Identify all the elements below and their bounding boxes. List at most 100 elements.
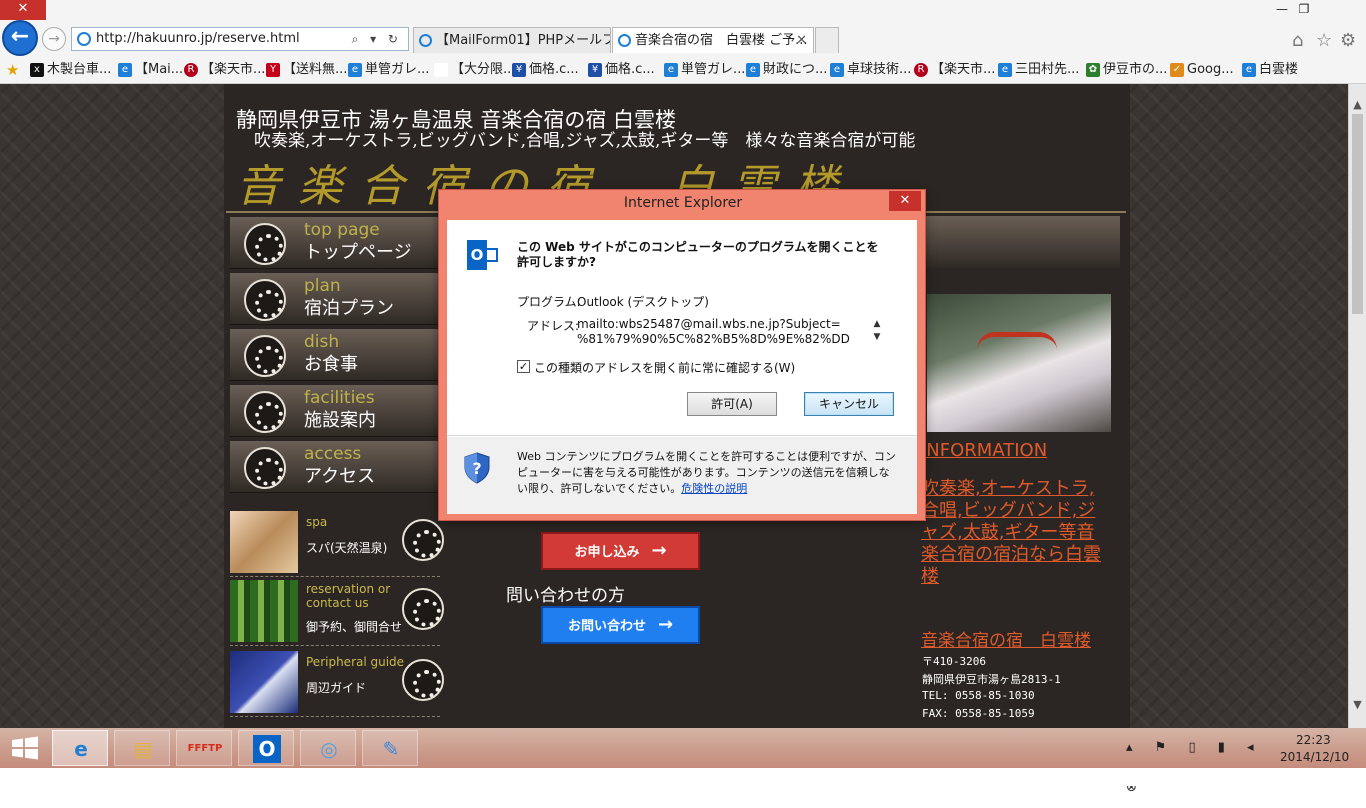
favorite-item[interactable]: ¥ 価格.c... (512, 58, 579, 82)
tab-hakuunro[interactable]: 音楽合宿の宿 白雲楼 ご予... ✕ (612, 27, 814, 53)
outlook-icon: O (253, 735, 281, 763)
favorite-item[interactable]: ✿ 伊豆市の... (1086, 58, 1167, 82)
subnav-label-en: spa (306, 515, 328, 529)
favorite-item[interactable]: e 単管ガレ... (664, 58, 745, 82)
family-crest-icon (244, 335, 286, 377)
scroll-up-icon[interactable]: ▲ (871, 318, 883, 331)
telephone: TEL: 0558-85-1030 (922, 689, 1035, 702)
favorite-item[interactable]: e 単管ガレ... (348, 58, 429, 82)
nav-label-ja: お食事 (304, 354, 358, 375)
tools-gear-icon[interactable]: ⚙ (1340, 30, 1356, 51)
scroll-up-icon[interactable]: ▲ (1349, 96, 1366, 113)
favorite-site-icon: ✿ (1086, 63, 1100, 77)
nav-top-page[interactable]: top page トップページ (230, 217, 440, 269)
information-link[interactable]: 吹奏楽,オーケストラ,合唱,ビッグバンド,ジャズ,太鼓,ギター等音楽合宿の宿泊な… (921, 478, 1111, 588)
new-tab-button[interactable] (815, 27, 839, 53)
scroll-thumb[interactable] (1352, 114, 1363, 314)
subnav-label-en: reservation or contact us (306, 582, 391, 610)
address-value-line2: %81%79%90%5C%82%B5%8D%9E%82%DD (577, 332, 850, 346)
back-arrow-icon: ← (10, 24, 30, 49)
restore-button[interactable]: ❐ (1290, 0, 1318, 20)
tab-close-icon[interactable]: ✕ (796, 28, 807, 53)
taskbar-outlook-button[interactable]: O (238, 730, 294, 766)
tab-label: 音楽合宿の宿 白雲楼 ご予... (635, 33, 808, 48)
scroll-down-icon[interactable]: ▼ (871, 331, 883, 344)
confirm-checkbox[interactable]: ✓ (517, 360, 530, 373)
arrow-right-icon: → (657, 614, 674, 635)
program-label: プログラム: (517, 295, 581, 309)
inn-name-link[interactable]: 音楽合宿の宿 白雲楼 (921, 626, 1091, 651)
favorite-site-icon: ✓ (1170, 63, 1184, 77)
favorite-item[interactable]: 【大分限... (434, 58, 515, 82)
subnav-label-ja: スパ(天然温泉) (306, 541, 388, 555)
dialog-body: O この Web サイトがこのコンピューターのプログラムを開くことを許可しますか… (447, 220, 917, 514)
system-tray-icons[interactable]: ▴ ⚑ ▯ ▮ ◂ ⊗ (1126, 728, 1276, 795)
page-scrollbar[interactable]: ▲ ▼ (1348, 84, 1366, 728)
favorite-item[interactable]: x 木製台車... (30, 58, 111, 82)
taskbar-explorer-button[interactable]: ▤ (114, 730, 170, 766)
favorite-site-icon: Y (266, 63, 280, 77)
dialog-close-button[interactable]: ✕ (889, 191, 921, 211)
nav-facilities[interactable]: facilities 施設案内 (230, 385, 440, 437)
favorite-item[interactable]: ✓ Goog... (1170, 58, 1234, 82)
favorite-item[interactable]: R 【楽天市... (184, 58, 265, 82)
fax: FAX: 0558-85-1059 (922, 707, 1035, 720)
taskbar-paint-button[interactable]: ✎ (362, 730, 418, 766)
favorite-item[interactable]: Y 【送料無... (266, 58, 347, 82)
taskbar-ffftp-button[interactable]: FFFTP (176, 730, 232, 766)
favorite-item[interactable]: ¥ 価格.c... (588, 58, 655, 82)
dialog-title: Internet Explorer (623, 195, 743, 211)
clock-time[interactable]: 22:23 (1296, 733, 1331, 747)
subnav-spa[interactable]: spa スパ(天然温泉) (230, 511, 444, 577)
nav-plan[interactable]: plan 宿泊プラン (230, 273, 440, 325)
nav-label-en: dish (304, 332, 340, 352)
taskbar: e ▤ FFFTP O ◎ ✎ ▴ ⚑ ▯ ▮ ◂ ⊗ 22:23 2014/1… (0, 728, 1366, 795)
confirm-checkbox-label[interactable]: この種類のアドレスを開く前に常に確認する(W) (534, 359, 795, 376)
nav-access[interactable]: access アクセス (230, 441, 440, 493)
subnav-peripheral-guide[interactable]: Peripheral guide 周辺ガイド (230, 651, 444, 717)
favorite-item[interactable]: e 【Mai... (118, 58, 183, 82)
balloon-icon: ◎ (320, 737, 338, 761)
risk-explanation-link[interactable]: 危険性の説明 (681, 482, 747, 495)
favorite-item[interactable]: e 白雲楼 (1242, 58, 1298, 82)
subnav-reservation[interactable]: reservation or contact us 御予約、御問合せ (230, 580, 444, 646)
back-button[interactable]: ← (2, 20, 38, 56)
home-icon[interactable]: ⌂ (1292, 30, 1303, 51)
allow-button[interactable]: 許可(A) (687, 392, 777, 416)
family-crest-icon (402, 659, 444, 701)
origami-thumbnail (230, 651, 298, 713)
apply-button[interactable]: お申し込み → (541, 532, 700, 570)
forward-button[interactable]: → (42, 27, 66, 51)
ffftp-icon: FFFTP (187, 743, 223, 754)
dialog-warning-section: ? Web コンテンツにプログラムを開くことを許可することは便利ですが、コンピュ… (447, 437, 917, 514)
clock-date[interactable]: 2014/12/10 (1280, 750, 1349, 764)
folder-icon: ▤ (133, 737, 153, 761)
taskbar-app-button[interactable]: ◎ (300, 730, 356, 766)
favorite-site-icon: e (1242, 63, 1256, 77)
favorite-item[interactable]: e 財政につ... (746, 58, 827, 82)
address-scroll[interactable]: ▲ ▼ (871, 318, 883, 346)
favorite-item[interactable]: e 卓球技術... (830, 58, 911, 82)
inquiry-button[interactable]: お問い合わせ → (541, 606, 700, 644)
address-label: アドレス: (527, 319, 580, 333)
favorite-item[interactable]: R 【楽天市... (914, 58, 995, 82)
taskbar-ie-button[interactable]: e (52, 730, 108, 766)
postal-code: 〒410-3206 (922, 655, 986, 668)
tab-mailform[interactable]: 【MailForm01】PHPメールフォー... (413, 27, 611, 53)
address-tools-icon[interactable]: ⌕ ▾ ↻ (352, 28, 402, 50)
favorite-item[interactable]: e 三田村先... (998, 58, 1079, 82)
nav-dish[interactable]: dish お食事 (230, 329, 440, 381)
window-close-button[interactable]: ✕ (0, 0, 46, 20)
information-heading[interactable]: INFORMATION (921, 440, 1047, 461)
cancel-button[interactable]: キャンセル (804, 392, 894, 416)
program-value: Outlook (デスクトップ) (577, 295, 709, 309)
scroll-down-icon[interactable]: ▼ (1349, 696, 1366, 713)
nav-label-ja: アクセス (304, 466, 376, 487)
windows-start-icon[interactable] (0, 728, 50, 768)
address-bar[interactable]: http://hakuunro.jp/reserve.html ⌕ ▾ ↻ (71, 27, 409, 51)
site-subtitle: 吹奏楽,オーケストラ,ビッグバンド,合唱,ジャズ,太鼓,ギター等 様々な音楽合宿… (254, 131, 916, 151)
inquiry-button-label: お問い合わせ (567, 619, 646, 634)
favorite-site-icon (434, 63, 448, 77)
favorites-star-icon[interactable]: ☆ (1316, 30, 1332, 51)
favorites-bar-star-icon[interactable]: ★ (6, 58, 19, 82)
